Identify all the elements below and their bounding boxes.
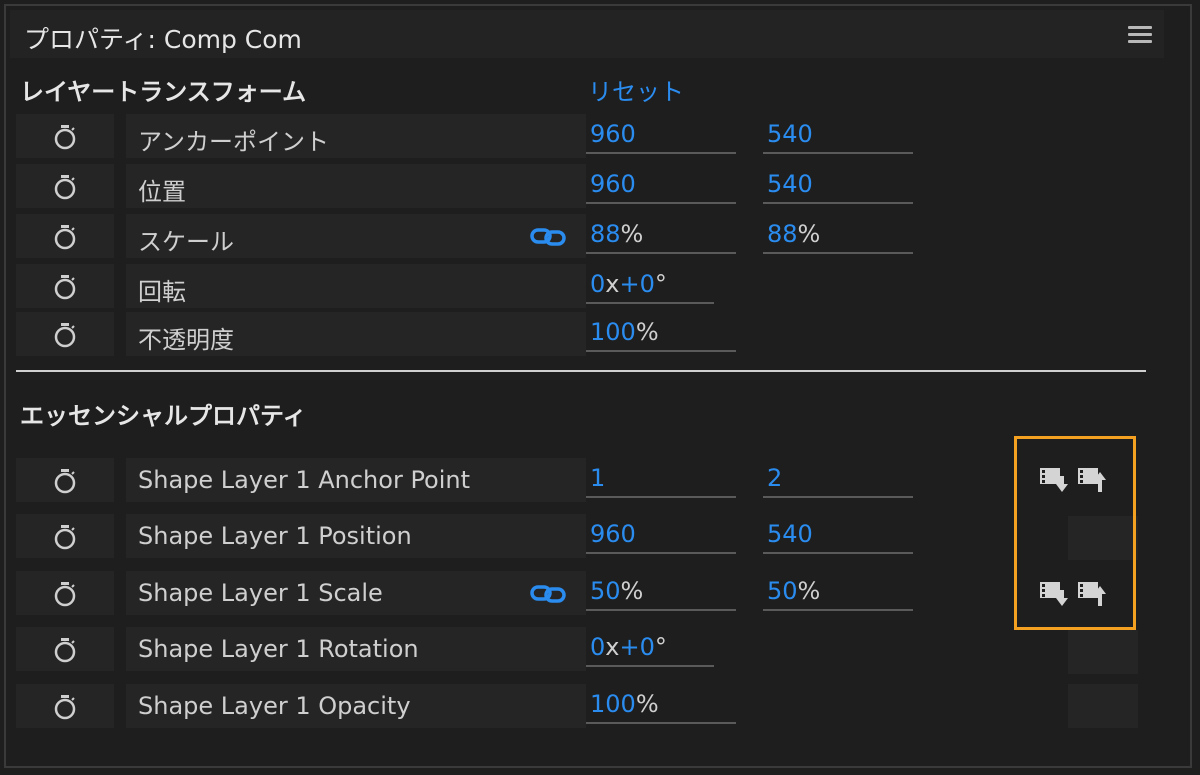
- highlight-box: [1014, 436, 1136, 630]
- prop-row-anchor-point: アンカーポイント 960 540: [16, 114, 1164, 158]
- stopwatch-icon[interactable]: [52, 274, 78, 300]
- stopwatch-icon[interactable]: [52, 694, 78, 720]
- stopwatch-icon[interactable]: [52, 524, 78, 550]
- prop-label: 位置: [138, 178, 186, 206]
- ep-opacity-value[interactable]: 100%: [586, 686, 736, 724]
- ep-anchor-point-y-value[interactable]: 2: [763, 460, 913, 498]
- pull-from-layer-icon[interactable]: [1076, 464, 1108, 494]
- opacity-value[interactable]: 100%: [586, 314, 736, 352]
- stopwatch-icon[interactable]: [52, 581, 78, 607]
- scale-y-value[interactable]: 88%: [763, 216, 913, 254]
- ep-position-y-value[interactable]: 540: [763, 516, 913, 554]
- panel-title: プロパティ: Comp Com: [24, 25, 302, 54]
- prop-row-position: 位置 960 540: [16, 164, 1164, 208]
- prop-label: Shape Layer 1 Scale: [138, 579, 383, 607]
- stopwatch-icon[interactable]: [52, 174, 78, 200]
- ep-rotation-value[interactable]: 0x+0°: [586, 629, 714, 667]
- scale-x-value[interactable]: 88%: [586, 216, 736, 254]
- rotation-value[interactable]: 0x+0°: [586, 266, 714, 304]
- prop-label: スケール: [138, 228, 234, 256]
- prop-label: Shape Layer 1 Rotation: [138, 635, 419, 663]
- ep-row-scale: Shape Layer 1 Scale 50% 50%: [16, 571, 1164, 615]
- stopwatch-icon[interactable]: [52, 637, 78, 663]
- position-x-value[interactable]: 960: [586, 166, 736, 204]
- stopwatch-icon[interactable]: [52, 124, 78, 150]
- push-to-layer-icon[interactable]: [1038, 578, 1070, 608]
- ep-anchor-point-x-value[interactable]: 1: [586, 460, 736, 498]
- stopwatch-icon[interactable]: [52, 468, 78, 494]
- panel-header: プロパティ: Comp Com: [10, 10, 1164, 58]
- anchor-point-x-value[interactable]: 960: [586, 116, 736, 154]
- reset-link[interactable]: リセット: [588, 72, 684, 107]
- ep-row-position: Shape Layer 1 Position 960 540: [16, 514, 1164, 558]
- stopwatch-icon[interactable]: [52, 322, 78, 348]
- section-title-layer-transform: レイヤートランスフォーム: [20, 78, 307, 106]
- prop-row-scale: スケール 88% 88%: [16, 214, 1164, 258]
- ep-scale-x-value[interactable]: 50%: [586, 573, 736, 611]
- prop-label: Shape Layer 1 Anchor Point: [138, 466, 471, 494]
- push-to-layer-icon[interactable]: [1038, 464, 1070, 494]
- ep-row-anchor-point: Shape Layer 1 Anchor Point 1 2: [16, 458, 1164, 502]
- prop-label: 回転: [138, 278, 186, 306]
- prop-row-rotation: 回転 0x+0°: [16, 264, 1164, 308]
- prop-label: アンカーポイント: [138, 128, 330, 156]
- prop-label: Shape Layer 1 Opacity: [138, 692, 411, 720]
- stopwatch-icon[interactable]: [52, 224, 78, 250]
- prop-label: 不透明度: [138, 326, 234, 354]
- link-icon[interactable]: [530, 226, 566, 248]
- ep-row-opacity: Shape Layer 1 Opacity 100%: [16, 684, 1164, 728]
- ep-position-x-value[interactable]: 960: [586, 516, 736, 554]
- pull-from-layer-icon[interactable]: [1076, 578, 1108, 608]
- link-icon[interactable]: [530, 583, 566, 605]
- prop-label: Shape Layer 1 Position: [138, 522, 412, 550]
- position-y-value[interactable]: 540: [763, 166, 913, 204]
- hamburger-menu-icon[interactable]: [1128, 26, 1152, 46]
- anchor-point-y-value[interactable]: 540: [763, 116, 913, 154]
- ep-row-rotation: Shape Layer 1 Rotation 0x+0°: [16, 627, 1164, 671]
- prop-row-opacity: 不透明度 100%: [16, 312, 1164, 356]
- ep-scale-y-value[interactable]: 50%: [763, 573, 913, 611]
- section-title-essential-properties: エッセンシャルプロパティ: [20, 402, 307, 430]
- section-divider: [16, 370, 1146, 372]
